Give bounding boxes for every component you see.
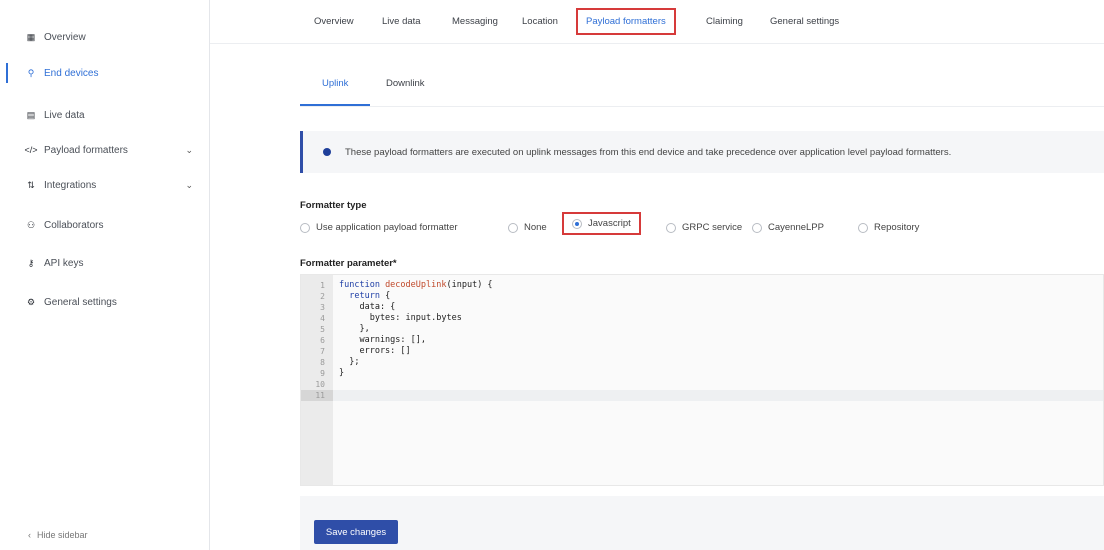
- line-number-gutter: 1 2 3 4 5 6 7 8 9 10 11: [301, 275, 333, 485]
- sidebar-item-label: General settings: [44, 296, 117, 308]
- sidebar: ▦ Overview ⚲ End devices ▤ Live data </>…: [0, 0, 210, 550]
- tab-live-data[interactable]: Live data: [382, 16, 421, 27]
- code-line: };: [339, 357, 360, 367]
- tab-claiming[interactable]: Claiming: [706, 16, 743, 27]
- sidebar-item-integrations[interactable]: ⇅ Integrations ⌄: [0, 172, 209, 198]
- hide-sidebar-label: Hide sidebar: [37, 530, 88, 540]
- sidebar-item-label: API keys: [44, 257, 84, 269]
- radio-grpc-service[interactable]: GRPC service: [666, 222, 742, 233]
- line-number: 10: [315, 380, 325, 389]
- hide-sidebar-button[interactable]: ‹ Hide sidebar: [28, 530, 88, 540]
- tab-payload-formatters[interactable]: Payload formatters: [576, 8, 676, 35]
- sidebar-item-label: Collaborators: [44, 219, 104, 231]
- user-icon: ⚲: [27, 67, 35, 78]
- integrations-icon: ⇅: [27, 179, 35, 190]
- radio-label: Use application payload formatter: [316, 222, 458, 233]
- radio-cayennelpp[interactable]: CayenneLPP: [752, 222, 824, 233]
- radio-circle: [508, 222, 518, 233]
- sidebar-item-general-settings[interactable]: ⚙ General settings: [0, 289, 209, 315]
- line-number: 9: [320, 369, 325, 378]
- line-number: 6: [320, 336, 325, 345]
- sidebar-item-label: Overview: [44, 31, 86, 43]
- line-number: 8: [320, 358, 325, 367]
- list-icon: ▤: [26, 109, 36, 120]
- line-number: 3: [320, 303, 325, 312]
- tab-downlink[interactable]: Downlink: [386, 78, 425, 89]
- sidebar-item-live-data[interactable]: ▤ Live data: [0, 102, 209, 128]
- tab-messaging[interactable]: Messaging: [452, 16, 498, 27]
- code-line: bytes: input.bytes: [339, 313, 462, 323]
- radio-label: Javascript: [588, 218, 631, 229]
- radio-circle: [666, 222, 676, 233]
- sidebar-item-collaborators[interactable]: ⚇ Collaborators: [0, 212, 209, 238]
- device-tabs: Overview Live data Messaging Location Pa…: [210, 0, 1104, 44]
- code-line: data: {: [339, 302, 396, 312]
- form-footer: [300, 496, 1104, 550]
- tab-location[interactable]: Location: [522, 16, 558, 27]
- notification-text: These payload formatters are executed on…: [345, 146, 952, 158]
- people-icon: ⚇: [26, 219, 36, 230]
- sidebar-item-label: Live data: [44, 109, 85, 121]
- info-icon: [323, 148, 331, 156]
- info-notification: These payload formatters are executed on…: [300, 131, 1104, 173]
- code-line: return {: [339, 291, 391, 301]
- grid-icon: ▦: [26, 31, 36, 42]
- radio-circle: [752, 222, 762, 233]
- code-line: warnings: [],: [339, 335, 426, 345]
- formatter-type-label: Formatter type: [300, 200, 367, 211]
- code-editor[interactable]: 1 2 3 4 5 6 7 8 9 10 11 function decodeU…: [300, 274, 1104, 486]
- sidebar-item-label: End devices: [44, 67, 99, 79]
- radio-circle: [858, 222, 868, 233]
- radio-circle: [300, 222, 310, 233]
- radio-use-application-formatter[interactable]: Use application payload formatter: [300, 222, 458, 233]
- sidebar-item-payload-formatters[interactable]: </> Payload formatters ⌄: [0, 137, 209, 163]
- chevron-down-icon: ⌄: [185, 145, 193, 155]
- radio-repository[interactable]: Repository: [858, 222, 919, 233]
- radio-none[interactable]: None: [508, 222, 547, 233]
- tab-uplink[interactable]: Uplink: [322, 78, 348, 89]
- sidebar-item-api-keys[interactable]: ⚷ API keys: [0, 250, 209, 276]
- radio-label: None: [524, 222, 547, 233]
- code-line: function decodeUplink(input) {: [339, 280, 493, 290]
- chevron-down-icon: ⌄: [185, 180, 193, 190]
- tab-overview[interactable]: Overview: [314, 16, 354, 27]
- sidebar-item-end-devices[interactable]: ⚲ End devices: [0, 60, 209, 86]
- radio-label: Repository: [874, 222, 920, 233]
- line-number: 2: [320, 292, 325, 301]
- code-line: }: [339, 368, 345, 378]
- line-number: 11: [301, 390, 333, 401]
- sidebar-item-label: Payload formatters: [44, 144, 128, 156]
- line-number: 5: [320, 325, 325, 334]
- tab-general-settings[interactable]: General settings: [770, 16, 839, 27]
- sidebar-item-label: Integrations: [44, 179, 97, 191]
- active-line-highlight: [333, 390, 1103, 401]
- gear-icon: ⚙: [26, 296, 36, 307]
- radio-label: GRPC service: [682, 222, 743, 233]
- chevron-left-icon: ‹: [28, 530, 31, 540]
- line-number: 7: [320, 347, 325, 356]
- code-line: },: [339, 324, 370, 334]
- divider: [300, 106, 1104, 107]
- code-line: errors: []: [339, 346, 411, 356]
- save-changes-button[interactable]: Save changes: [314, 520, 398, 544]
- line-number: 1: [320, 281, 325, 290]
- code-icon: </>: [24, 145, 38, 155]
- radio-javascript[interactable]: Javascript: [562, 212, 641, 235]
- line-number: 4: [320, 314, 325, 323]
- radio-label: CayenneLPP: [768, 222, 824, 233]
- key-icon: ⚷: [27, 257, 35, 268]
- formatter-parameter-label: Formatter parameter*: [300, 258, 397, 269]
- radio-circle-selected: [572, 218, 582, 229]
- sidebar-item-overview[interactable]: ▦ Overview: [0, 24, 209, 50]
